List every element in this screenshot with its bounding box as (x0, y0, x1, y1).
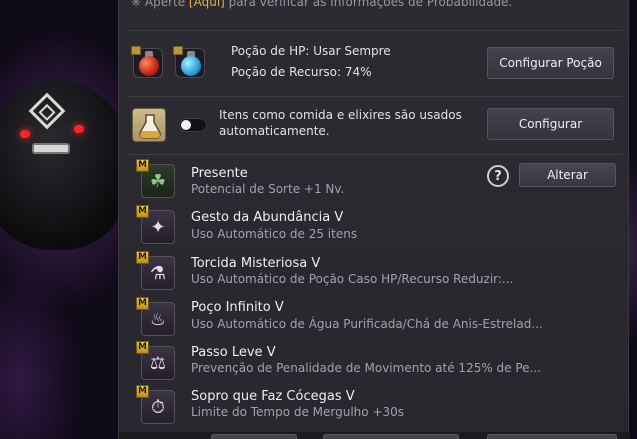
flask-icon (132, 108, 166, 142)
configure-button[interactable]: Configurar (487, 108, 614, 140)
item-name: Passo Leve V (191, 345, 276, 360)
note-prefix: ※ Aperte (131, 0, 189, 9)
help-icon[interactable]: ? (487, 165, 509, 187)
bottom-tab[interactable] (487, 434, 617, 439)
item-description: Uso Automático de Água Purificada/Chá de… (191, 317, 543, 331)
m-badge: M (136, 159, 149, 172)
item-name: Presente (191, 166, 248, 181)
item-name: Gesto da Abundância V (191, 210, 344, 225)
creature-emblem (28, 92, 66, 130)
item-description: Prevenção de Penalidade de Movimento até… (191, 361, 542, 375)
auto-use-panel: ※ Aperte [Aqui] para verificar as Inform… (118, 0, 630, 439)
item-description: Uso Automático de 25 itens (191, 227, 358, 241)
resource-potion-icon (173, 46, 205, 78)
hp-potion-icon (131, 46, 163, 78)
item-description: Limite do Tempo de Mergulho +30s (191, 405, 405, 419)
bowl-icon: M ♨ (136, 297, 175, 336)
m-badge: M (136, 251, 149, 264)
item-description: Uso Automático de Poção Caso HP/Recurso … (191, 272, 514, 286)
creature-left-eye (20, 130, 30, 138)
fairy-icon: M ✦ (136, 205, 175, 244)
toggle-knob (181, 120, 191, 130)
section-divider (127, 154, 622, 155)
potion-slot-marker (131, 46, 141, 55)
hp-potion-status: Poção de HP: Usar Sempre (231, 44, 391, 58)
change-button[interactable]: Alterar (519, 163, 616, 187)
m-badge: M (136, 341, 149, 354)
section-divider (127, 96, 622, 97)
item-description: Potencial de Sorte +1 Nv. (191, 182, 345, 196)
potion-swap-icon: M ⚗ (136, 251, 175, 290)
weight-icon: M ⚖ (136, 341, 175, 380)
dark-creature-artwork (0, 80, 132, 250)
bottom-tab[interactable] (323, 434, 459, 439)
m-badge: M (136, 385, 149, 398)
m-badge: M (136, 297, 149, 310)
clover-icon: M ☘ (136, 159, 175, 198)
m-badge: M (136, 205, 149, 218)
item-name: Poço Infinito V (191, 300, 284, 315)
resource-potion-status: Poção de Recurso: 74% (231, 65, 372, 79)
auto-use-toggle[interactable] (179, 118, 207, 132)
bottom-tab[interactable] (211, 434, 297, 439)
creature-mouth (32, 143, 70, 154)
creature-right-eye (74, 125, 84, 133)
item-name: Sopro que Faz Cócegas V (191, 389, 355, 404)
section-divider (127, 30, 622, 31)
auto-use-description: Itens como comida e elixires são usados … (219, 108, 462, 138)
potion-slot-marker (173, 46, 183, 55)
probability-info-note: ※ Aperte [Aqui] para verificar as Inform… (131, 0, 512, 9)
item-name: Torcida Misteriosa V (191, 256, 321, 271)
note-suffix: para verificar as Informações de Probabi… (224, 0, 513, 9)
probability-info-link[interactable]: [Aqui] (189, 0, 225, 9)
configure-potion-button[interactable]: Configurar Poção (487, 47, 614, 79)
timer-icon: M ⏱ (136, 385, 175, 424)
